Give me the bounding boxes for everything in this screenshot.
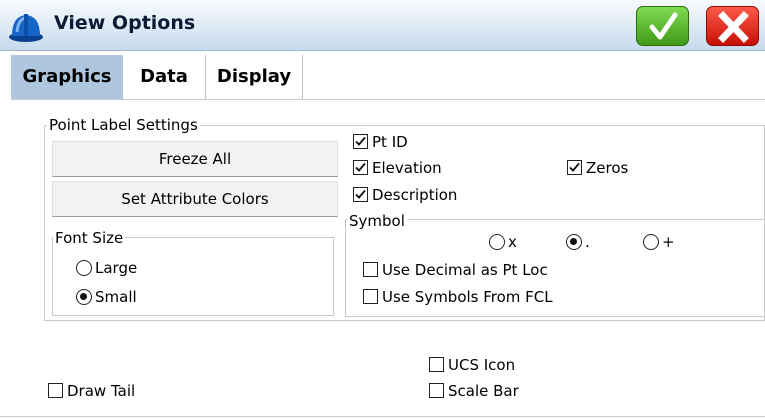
font-size-label: Font Size: [53, 229, 126, 247]
font-size-large-label: Large: [95, 259, 138, 277]
cancel-button[interactable]: [706, 6, 759, 46]
freeze-all-button[interactable]: Freeze All: [52, 141, 338, 177]
zeros-label: Zeros: [586, 159, 629, 177]
symbol-plus-label: +: [662, 233, 675, 251]
point-label-settings-label: Point Label Settings: [47, 116, 200, 134]
elevation-label: Elevation: [372, 159, 442, 177]
use-symbols-fcl-label: Use Symbols From FCL: [382, 288, 553, 306]
radio-dot: [570, 238, 577, 245]
close-icon: [718, 11, 749, 43]
radio-dot: [80, 293, 87, 300]
radio-circle: [489, 234, 505, 250]
checkbox-box: [353, 187, 368, 202]
pt-id-label: Pt ID: [372, 133, 408, 151]
tab-bar: Graphics Data Display: [0, 51, 765, 99]
checkbox-box: [363, 289, 378, 304]
radio-circle: [643, 234, 659, 250]
description-label: Description: [372, 186, 458, 204]
scale-bar-label: Scale Bar: [448, 382, 519, 400]
tab-graphics[interactable]: Graphics: [11, 55, 123, 99]
radio-circle: [76, 289, 92, 305]
checkbox-box: [567, 160, 582, 175]
check-mark-icon: [355, 189, 366, 199]
ucs-icon-label: UCS Icon: [448, 356, 516, 374]
bottom-divider: [0, 416, 765, 417]
window-title: View Options: [54, 12, 196, 34]
font-size-small-label: Small: [95, 288, 137, 306]
tab-display[interactable]: Display: [206, 55, 303, 99]
checkbox-box: [363, 262, 378, 277]
check-mark-icon: [569, 162, 580, 172]
check-mark-icon: [355, 136, 366, 146]
checkbox-box: [429, 357, 444, 372]
check-icon: [649, 12, 678, 40]
checkbox-box: [353, 134, 368, 149]
checkbox-box: [353, 160, 368, 175]
radio-circle: [76, 260, 92, 276]
use-decimal-label: Use Decimal as Pt Loc: [382, 261, 548, 279]
set-attribute-colors-button[interactable]: Set Attribute Colors: [52, 181, 338, 217]
check-mark-icon: [355, 162, 366, 172]
checkbox-box: [48, 383, 63, 398]
symbol-x-label: x: [508, 233, 517, 251]
hard-hat-icon: [8, 8, 44, 44]
tab-data[interactable]: Data: [123, 55, 206, 99]
checkbox-box: [429, 383, 444, 398]
radio-circle: [566, 234, 582, 250]
ok-button[interactable]: [636, 6, 689, 46]
title-bar: View Options: [0, 0, 765, 51]
symbol-label: Symbol: [347, 212, 407, 230]
symbol-dot-label: .: [585, 233, 590, 251]
draw-tail-label: Draw Tail: [67, 382, 136, 400]
